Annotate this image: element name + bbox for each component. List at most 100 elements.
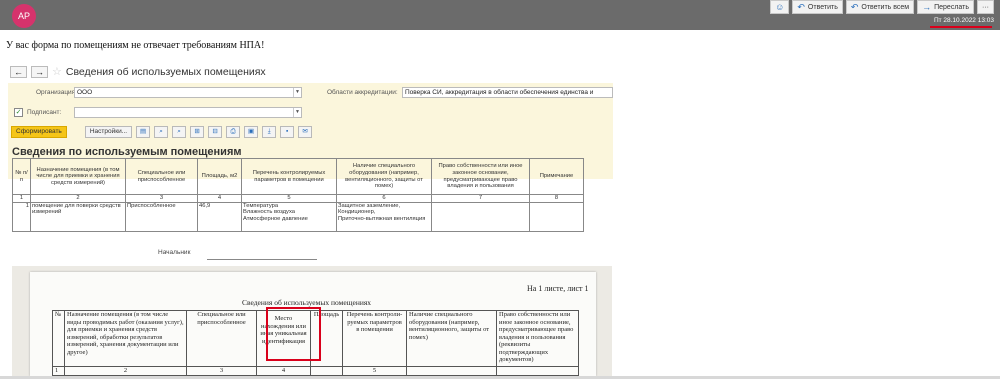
header-cell: Право собственности или иное законное ос… (496, 310, 579, 367)
scan-screenshot: На 1 листе, лист 1 Сведения об используе… (12, 266, 612, 376)
header-cell: Перечень контролируемых параметров в пом… (241, 158, 337, 195)
num-cell: 3 (186, 366, 257, 376)
header-cell: Наличие специального оборудования (напри… (406, 310, 497, 367)
form-screenshot: ← → ☆ Сведения об используемых помещения… (8, 60, 613, 272)
num-cell: 8 (529, 194, 584, 203)
header-cell: Право собственности или иное законное ос… (431, 158, 530, 195)
row-cell: Температура Влажность воздуха Атмосферно… (241, 201, 337, 232)
num-cell: 1 (52, 366, 65, 376)
save-icon[interactable]: ▪ (280, 126, 295, 138)
avatar[interactable]: АР (12, 4, 36, 28)
num-cell: 6 (336, 194, 432, 203)
forward-button[interactable]: → Переслать (917, 0, 974, 14)
header-cell: Назначение помещения (в том числе для пр… (30, 158, 126, 195)
reply-button[interactable]: ↶ Ответить (792, 0, 843, 14)
chevron-down-icon[interactable]: ▼ (293, 88, 301, 97)
signer-label: Подписант: (27, 109, 62, 116)
forward-icon: → (922, 2, 932, 12)
variants-icon[interactable]: ▤ (136, 126, 151, 138)
num-cell: 3 (125, 194, 198, 203)
form-title: Сведения об используемых помещениях (65, 65, 266, 78)
print-icon[interactable]: ⎙ (226, 126, 241, 138)
header-cell: Площадь, м2 (197, 158, 242, 195)
num-cell: 7 (431, 194, 530, 203)
num-cell: 5 (342, 366, 407, 376)
search-icon[interactable]: ⌕ (154, 126, 169, 138)
mail-header-bar: АР ☺ ↶ Ответить ↶ Ответить всем → Переслать… (0, 0, 1000, 30)
org-value: ООО (77, 89, 93, 96)
num-cell: 2 (30, 194, 126, 203)
num-cell (406, 366, 497, 376)
table-header-row: № п/п Назначение помещения (в том числе … (12, 158, 584, 195)
accr-field[interactable]: Поверка СИ, аккредитация в области обесп… (402, 87, 613, 98)
chief-label: Начальник (158, 249, 191, 256)
report-table: № п/п Назначение помещения (в том числе … (12, 158, 584, 232)
collapse-icon[interactable]: ⊟ (208, 126, 223, 138)
row-cell: Защитное заземление, Кондиционер, Приточ… (336, 201, 432, 232)
org-label: Организация: (36, 89, 78, 96)
scan-title: Сведения об используемых помещениях (242, 298, 372, 307)
table-row: 1 помещение для поверки средств измерени… (12, 201, 584, 232)
signer-field[interactable]: ▼ (74, 107, 302, 118)
message-text: У вас форма по помещениям не отвечает тр… (6, 40, 265, 51)
search-next-icon[interactable]: ⌕ (172, 126, 187, 138)
header-cell: № п/п (12, 158, 31, 195)
expand-icon[interactable]: ⊞ (190, 126, 205, 138)
header-cell: Специальное или приспособленное (125, 158, 198, 195)
form-nav: ← → ☆ Сведения об используемых помещения… (10, 65, 266, 78)
reply-all-icon: ↶ (850, 1, 859, 12)
message-datetime: Пт 28.10.2022 13:03 (933, 17, 994, 24)
row-cell: 1 (12, 201, 31, 232)
org-field[interactable]: ООО ▼ (74, 87, 302, 98)
header-cell: Примечание (529, 158, 584, 195)
row-cell (529, 201, 584, 232)
forward-nav-button[interactable]: → (31, 65, 48, 78)
header-cell: № (52, 310, 65, 367)
toolbar-buttons: ☺ ↶ Ответить ↶ Ответить всем → Переслать ··… (770, 0, 994, 14)
reply-label: Ответить (807, 3, 838, 11)
row-cell: помещение для поверки средств измерений (30, 201, 126, 232)
signer-checkbox[interactable]: ✓ (14, 108, 23, 117)
signature-line (207, 259, 317, 260)
red-underline (930, 26, 992, 28)
mail-icon[interactable]: ✉ (298, 126, 313, 138)
reply-icon: ↶ (797, 1, 805, 12)
more-button[interactable]: ··· (977, 0, 994, 14)
report-toolbar: Сформировать Настройки... ▤ ⌕ ⌕ ⊞ ⊟ ⎙ ▣ … (11, 126, 313, 138)
row-cell (431, 201, 530, 232)
emoji-button[interactable]: ☺ (770, 0, 790, 14)
table-number-row: 1 2 3 4 5 6 7 8 (12, 194, 584, 203)
header-cell: Наличие специального оборудования (напри… (336, 158, 432, 195)
table-number-row: 1 2 3 4 5 (52, 366, 579, 376)
header-cell: Специальное или приспособленное (186, 310, 257, 367)
generate-button[interactable]: Сформировать (11, 126, 67, 138)
num-cell (496, 366, 579, 376)
scanned-document: На 1 листе, лист 1 Сведения об используе… (30, 272, 596, 376)
star-icon[interactable]: ☆ (52, 65, 62, 78)
back-button[interactable]: ← (10, 65, 27, 78)
num-cell: 4 (256, 366, 311, 376)
preview-icon[interactable]: ▣ (244, 126, 259, 138)
settings-button[interactable]: Настройки... (84, 126, 133, 138)
accr-label: Области аккредитации: (327, 89, 398, 96)
sheet-number: На 1 листе, лист 1 (527, 284, 589, 293)
header-cell: Перечень контроли-руемых параметров в по… (342, 310, 407, 367)
num-cell: 5 (241, 194, 337, 203)
header-cell: Назначение помещения (в том числе виды п… (64, 310, 187, 367)
download-icon[interactable]: ⤓ (262, 126, 277, 138)
smiley-icon: ☺ (775, 2, 785, 12)
num-cell: 2 (64, 366, 187, 376)
row-cell: 46,9 (197, 201, 242, 232)
reply-all-label: Ответить всем (861, 3, 910, 11)
forward-label: Переслать (934, 3, 969, 11)
row-cell: Приспособленное (125, 201, 198, 232)
chevron-down-icon[interactable]: ▼ (293, 108, 301, 117)
highlight-box (266, 307, 321, 361)
accr-value: Поверка СИ, аккредитация в области обесп… (405, 89, 594, 96)
num-cell: 1 (12, 194, 31, 203)
more-icon: ··· (982, 3, 989, 11)
num-cell: 4 (197, 194, 242, 203)
reply-all-button[interactable]: ↶ Ответить всем (845, 0, 915, 14)
report-heading: Сведения по используемым помещениям (12, 146, 242, 158)
num-cell (310, 366, 343, 376)
